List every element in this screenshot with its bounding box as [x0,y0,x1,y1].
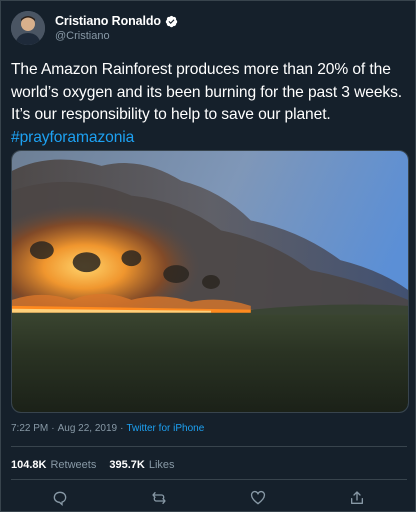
retweets-stat[interactable]: 104.8K Retweets [11,459,96,471]
tweet-source-link[interactable]: Twitter for iPhone [126,423,204,434]
reply-icon[interactable] [51,489,69,507]
verified-badge-icon [165,15,178,28]
heart-icon[interactable] [249,489,267,507]
wildfire-photo [12,151,408,412]
user-names: Cristiano Ronaldo @Cristiano [55,14,178,42]
tweet-card[interactable]: Cristiano Ronaldo @Cristiano The Amazon … [0,0,416,512]
retweets-label: Retweets [50,459,97,471]
tweet-meta: 7:22 PM · Aug 22, 2019 · Twitter for iPh… [11,423,204,434]
name-row: Cristiano Ronaldo [55,14,178,28]
tweet-date[interactable]: Aug 22, 2019 [58,423,118,434]
avatar[interactable] [11,11,45,45]
avatar-image [11,11,45,45]
meta-separator: · [51,423,55,434]
hashtag-link[interactable]: #prayforamazonia [11,127,409,150]
tweet-media-image[interactable] [11,150,409,413]
tweet-stats: 104.8K Retweets 395.7K Likes [11,459,175,471]
likes-count: 395.7K [109,459,145,471]
display-name[interactable]: Cristiano Ronaldo [55,14,161,28]
likes-label: Likes [148,459,175,471]
tweet-body: The Amazon Rainforest produces more than… [11,61,403,123]
tweet-time[interactable]: 7:22 PM [11,423,48,434]
share-icon[interactable] [348,489,366,507]
tweet-text: The Amazon Rainforest produces more than… [11,59,409,149]
tweet-actions [1,489,416,509]
user-handle[interactable]: @Cristiano [55,30,178,42]
divider [11,446,407,447]
tweet-header: Cristiano Ronaldo @Cristiano [11,11,178,45]
retweet-icon[interactable] [150,489,168,507]
likes-stat[interactable]: 395.7K Likes [109,459,174,471]
meta-separator: · [120,423,124,434]
retweets-count: 104.8K [11,459,47,471]
divider [11,479,407,480]
